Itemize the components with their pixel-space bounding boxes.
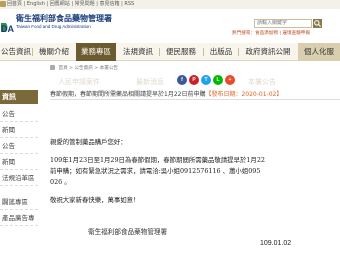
sidebar-item-rumor[interactable]: 闢謠專區 <box>0 194 38 210</box>
nav-item-regulations[interactable]: 法規資訊 <box>118 43 158 61</box>
nav-item-publications[interactable]: 出版品 <box>205 43 237 61</box>
share-icon[interactable]: + <box>225 75 235 85</box>
nav-item-personal[interactable]: 個人化服 <box>298 43 340 61</box>
logo-abbr: DA <box>1 24 14 34</box>
search-icon <box>314 20 321 27</box>
facebook-icon[interactable]: f <box>177 75 187 85</box>
site-header: DA 衛生福利部食品藥物管理署 Taiwan Food and Drug Adm… <box>0 9 340 40</box>
sidebar-item-regulation-history[interactable]: 法規沿革區 <box>0 170 38 186</box>
top-links[interactable]: 回首頁 | English | 回舊網站 | 常見問題 | 意見信箱 | RSS <box>7 0 134 9</box>
publish-date: 【發布日期：2020-01-02】 <box>205 91 283 98</box>
article-title: 春節假期，春節期間所需藥品相關請提早於1月22日前申購【發布日期：2020-01… <box>50 89 282 98</box>
watermark-text: 本署公告 <box>248 78 276 86</box>
main-content: 首頁 > 公告資訊 > 本署公告 人民申請案件 最新消息 本署公告 f P T … <box>44 62 340 255</box>
article-signature: 衛生福利部食品藥物管理署 <box>88 228 168 236</box>
article-greeting: 親愛的管制藥品購戶您好： <box>50 138 127 146</box>
top-links-bar: 回首頁 | English | 回舊網站 | 常見問題 | 意見信箱 | RSS <box>0 0 340 9</box>
search-input[interactable]: 請輸入關鍵字 <box>254 19 312 28</box>
divider <box>50 99 340 100</box>
home-icon[interactable] <box>0 1 6 7</box>
breadcrumb: 首頁 > 公告資訊 > 本署公告 <box>50 65 118 71</box>
home-icon[interactable] <box>50 65 55 70</box>
plurk-icon[interactable]: P <box>189 75 199 85</box>
nav-item-about[interactable]: 機關介紹 <box>34 43 74 61</box>
nav-item-business[interactable]: 業務專區 <box>76 43 116 61</box>
article-closing: 敬祝大家新春快樂，萬事如意！ <box>50 196 140 204</box>
article-title-text: 春節假期，春節期間所需藥品相關請提早於1月22日前申購 <box>50 91 206 98</box>
article-paragraph-line: 前申購；如有緊急狀況之需求，請電洽:吳小姐0912576116 、蕭小姐095 <box>50 167 261 175</box>
sidebar-item-advertising[interactable]: 產品廣告專 <box>0 210 38 226</box>
sidebar-title: 資訊 <box>0 90 38 104</box>
hot-keywords[interactable]: 熱門搜尋：食品添加物 | 邊境查驗申報 <box>232 30 310 36</box>
watermark-text: 最新消息 <box>136 78 164 86</box>
document-date: 109.01.02 <box>260 240 292 247</box>
sidebar: 資訊 公告 新聞 公告 新聞 法規沿革區 闢謠專區 產品廣告專 <box>0 76 38 255</box>
search-button[interactable] <box>313 19 322 28</box>
nav-divider <box>32 48 33 56</box>
nav-item-announcements[interactable]: 公告資訊 <box>0 43 32 61</box>
nav-divider <box>203 48 204 56</box>
sidebar-item-news[interactable]: 新聞 <box>0 122 38 138</box>
article-paragraph-line: 026 。 <box>50 178 71 186</box>
sidebar-item-announcement[interactable]: 公告 <box>0 106 38 122</box>
nav-item-open-gov[interactable]: 政府資訊公開 <box>240 43 296 61</box>
org-name-en: Taiwan Food and Drug Administration <box>16 24 91 29</box>
breadcrumb-item[interactable]: 本署公告 <box>100 66 118 71</box>
article-paragraph-line: 109年1月23日至1月29日為春節假期，春節期間所需藥品敬請提早於1月22 <box>50 156 265 164</box>
breadcrumb-item[interactable]: 公告資訊 <box>74 66 92 71</box>
breadcrumb-item[interactable]: 首頁 <box>58 66 67 71</box>
sidebar-item-news[interactable]: 新聞 <box>0 154 38 170</box>
line-icon[interactable]: L <box>213 75 223 85</box>
nav-item-services[interactable]: 便民服務 <box>160 43 202 61</box>
twitter-icon[interactable]: T <box>201 75 211 85</box>
watermark-text: 人民申請案件 <box>58 78 100 86</box>
nav-divider <box>238 48 239 56</box>
org-name-cn[interactable]: 衛生福利部食品藥物管理署 <box>16 13 112 24</box>
main-nav: 公告資訊 機關介紹 業務專區 法規資訊 便民服務 出版品 政府資訊公開 個人化服 <box>0 43 340 61</box>
sidebar-item-announcement[interactable]: 公告 <box>0 138 38 154</box>
